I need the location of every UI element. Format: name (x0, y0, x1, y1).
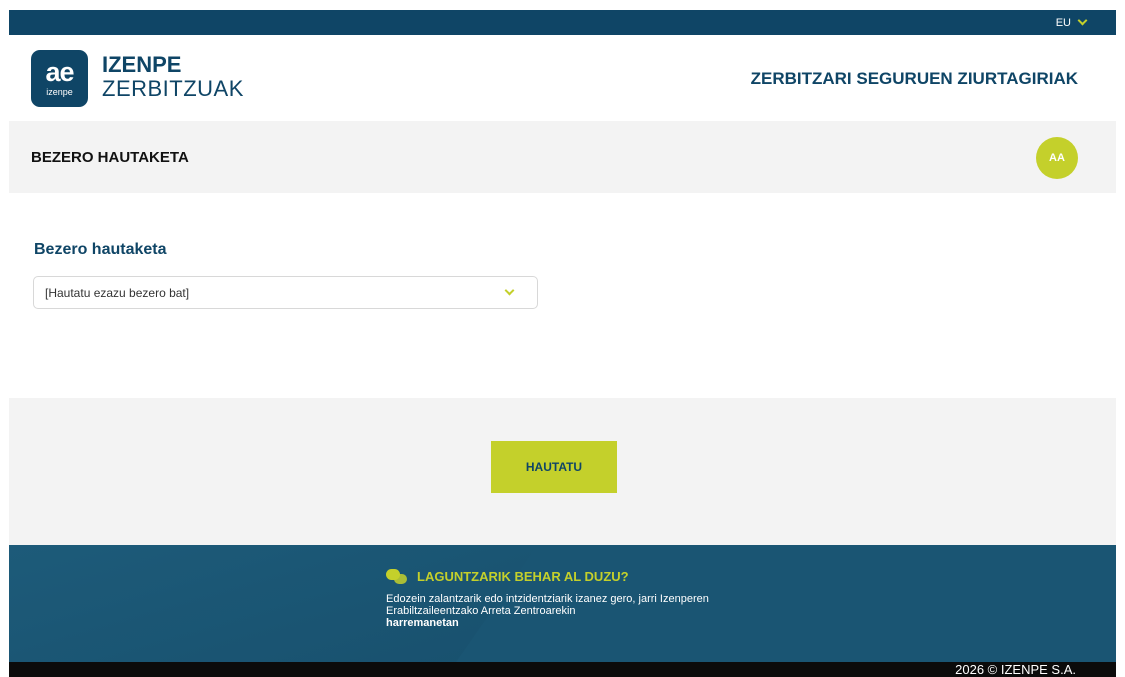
contact-link[interactable]: harremanetan (386, 617, 716, 629)
logo-mark: ae (45, 57, 74, 87)
action-band: HAUTATU (9, 398, 1116, 545)
page-title: BEZERO HAUTAKETA (31, 149, 189, 166)
app-frame: EU ae izenpe IZENPE ZERBITZUAK ZERBITZAR… (9, 10, 1116, 677)
top-bar: EU (9, 10, 1116, 35)
client-select-label: Bezero hautaketa (34, 241, 167, 258)
select-button[interactable]: HAUTATU (491, 441, 617, 493)
main-content: Bezero hautaketa [Hautatu ezazu bezero b… (9, 193, 1116, 398)
bottom-bar: 2026 © IZENPE S.A. (9, 662, 1116, 677)
logo-subtext: izenpe (46, 87, 73, 97)
language-selector[interactable]: EU (1055, 10, 1088, 35)
app-title: ZERBITZARI SEGURUEN ZIURTAGIRIAK (750, 69, 1078, 88)
brand-name-line2: ZERBITZUAK (102, 76, 244, 101)
subheader: BEZERO HAUTAKETA AA (9, 121, 1116, 193)
brand-name-line1: IZENPE (102, 52, 182, 77)
chevron-down-icon (1077, 15, 1088, 26)
help-title-text: LAGUNTZARIK BEHAR AL DUZU? (417, 569, 629, 584)
chat-bubbles-icon (386, 569, 408, 584)
client-select-value: [Hautatu ezazu bezero bat] (45, 285, 190, 300)
help-section: LAGUNTZARIK BEHAR AL DUZU? Edozein zalan… (386, 569, 716, 629)
header: ae izenpe IZENPE ZERBITZUAK ZERBITZARI S… (9, 35, 1116, 121)
copyright: 2026 © IZENPE S.A. (955, 662, 1076, 677)
help-title: LAGUNTZARIK BEHAR AL DUZU? (386, 569, 716, 584)
help-text: Edozein zalantzarik edo intzidentziarik … (386, 593, 709, 617)
user-avatar[interactable]: AA (1036, 137, 1078, 179)
brand-name: IZENPE ZERBITZUAK (102, 53, 244, 101)
footer: LAGUNTZARIK BEHAR AL DUZU? Edozein zalan… (9, 545, 1116, 662)
client-select[interactable]: [Hautatu ezazu bezero bat] (33, 276, 538, 309)
chevron-down-icon (504, 285, 515, 296)
language-label: EU (1055, 16, 1071, 29)
logo[interactable]: ae izenpe (31, 50, 88, 107)
